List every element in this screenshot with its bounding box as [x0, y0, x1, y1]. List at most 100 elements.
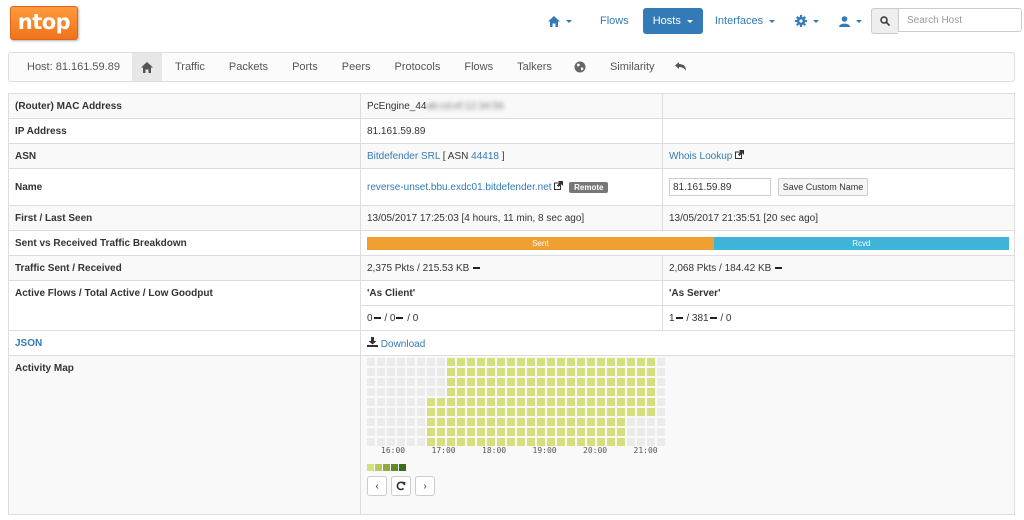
name-value: reverse-unset.bbu.exdc01.bitdefender.net… — [360, 168, 663, 206]
as-server-header: 'As Server' — [662, 280, 1015, 306]
nav-settings-menu[interactable] — [785, 8, 829, 34]
activity-cell — [497, 408, 505, 416]
nav-flows[interactable]: Flows — [590, 8, 639, 34]
traffic-breakdown-bar: Sent Rcvd — [367, 236, 1009, 250]
activity-cell — [527, 418, 535, 426]
flows-label: Active Flows / Total Active / Low Goodpu… — [8, 280, 361, 331]
json-link[interactable]: JSON — [15, 338, 42, 349]
activity-cell — [597, 378, 605, 386]
activity-cell — [467, 428, 475, 436]
activity-cell — [427, 388, 435, 396]
tab-flows[interactable]: Flows — [455, 53, 502, 81]
activity-cell — [597, 358, 605, 366]
activity-cell — [657, 358, 665, 366]
tab-similarity[interactable]: Similarity — [601, 53, 664, 81]
activity-cell — [427, 358, 435, 366]
activity-cell — [487, 428, 495, 436]
activity-cell — [487, 358, 495, 366]
chevron-down-icon — [686, 19, 693, 23]
activity-cell — [427, 368, 435, 376]
custom-name-input[interactable] — [669, 178, 771, 196]
activity-cell — [627, 438, 635, 446]
activity-cell — [487, 378, 495, 386]
hostname-link[interactable]: reverse-unset.bbu.exdc01.bitdefender.net — [367, 182, 552, 193]
activity-cell — [617, 368, 625, 376]
activity-cell — [447, 398, 455, 406]
tab-packets[interactable]: Packets — [220, 53, 277, 81]
tab-protocols[interactable]: Protocols — [386, 53, 450, 81]
activity-cell — [517, 378, 525, 386]
activity-cell — [427, 378, 435, 386]
map-next-button[interactable]: › — [415, 476, 435, 496]
activity-cell — [547, 408, 555, 416]
activity-cell — [457, 368, 465, 376]
download-link[interactable]: Download — [367, 336, 425, 350]
ntop-logo[interactable]: ntop — [10, 6, 78, 40]
nav-interfaces-menu[interactable]: Interfaces — [705, 8, 785, 34]
activity-cell — [657, 388, 665, 396]
legend-swatch — [399, 464, 406, 471]
activity-cell — [537, 358, 545, 366]
traffic-label: Traffic Sent / Received — [8, 255, 361, 281]
nav-home-menu[interactable] — [538, 8, 582, 34]
activity-cell — [657, 408, 665, 416]
host-tab-bar: Host: 81.161.59.89 Traffic Packets Ports… — [8, 52, 1015, 82]
tab-peers[interactable]: Peers — [333, 53, 380, 81]
activity-cell — [607, 368, 615, 376]
activity-cell — [537, 438, 545, 446]
map-refresh-button[interactable] — [391, 476, 411, 496]
tab-talkers[interactable]: Talkers — [508, 53, 561, 81]
activity-cell — [587, 438, 595, 446]
save-custom-name-button[interactable]: Save Custom Name — [777, 178, 869, 196]
asn-number-link[interactable]: 44418 — [471, 151, 499, 162]
activity-cell — [487, 368, 495, 376]
activity-cell — [377, 368, 385, 376]
activity-cell — [457, 408, 465, 416]
activity-cell — [537, 428, 545, 436]
tab-back[interactable] — [666, 53, 696, 81]
activity-cell — [637, 378, 645, 386]
whois-lookup-link[interactable]: Whois Lookup — [669, 151, 732, 162]
activity-cell — [467, 438, 475, 446]
activity-cell — [617, 378, 625, 386]
activity-cell — [467, 368, 475, 376]
activity-cell — [467, 358, 475, 366]
activity-cell — [587, 428, 595, 436]
tab-traffic[interactable]: Traffic — [166, 53, 214, 81]
activity-cell — [427, 428, 435, 436]
activity-cell — [507, 408, 515, 416]
activity-cell — [467, 408, 475, 416]
nav-hosts-menu[interactable]: Hosts — [642, 8, 703, 34]
activity-cell — [627, 428, 635, 436]
table-row: Traffic Sent / Received 2,375 Pkts / 215… — [8, 255, 1015, 281]
seen-label: First / Last Seen — [8, 205, 361, 231]
trend-flat-icon — [373, 316, 381, 319]
activity-cell — [507, 368, 515, 376]
home-icon — [548, 15, 560, 27]
activity-cell — [457, 418, 465, 426]
nav-user-menu[interactable] — [829, 8, 872, 34]
tab-home[interactable] — [131, 53, 162, 81]
activity-cell — [567, 378, 575, 386]
activity-cell — [497, 418, 505, 426]
activity-cell — [597, 438, 605, 446]
search-host-input[interactable] — [898, 8, 1022, 32]
activity-map-label: Activity Map — [8, 355, 361, 515]
activity-cell — [467, 398, 475, 406]
activity-cell — [637, 418, 645, 426]
activity-cell — [477, 428, 485, 436]
activity-cell — [377, 408, 385, 416]
activity-cell — [507, 428, 515, 436]
tab-geomap[interactable] — [565, 53, 595, 81]
activity-cell — [607, 438, 615, 446]
tab-ports[interactable]: Ports — [283, 53, 327, 81]
search-button[interactable] — [871, 8, 898, 34]
asn-name-link[interactable]: Bitdefender SRL — [367, 151, 440, 162]
nav-hosts-label: Hosts — [652, 15, 681, 27]
activity-cell — [407, 418, 415, 426]
server-low-goodput: / 0 — [720, 312, 732, 324]
map-prev-button[interactable]: ‹ — [367, 476, 387, 496]
activity-cell — [547, 428, 555, 436]
activity-cell — [377, 398, 385, 406]
activity-cell — [557, 408, 565, 416]
